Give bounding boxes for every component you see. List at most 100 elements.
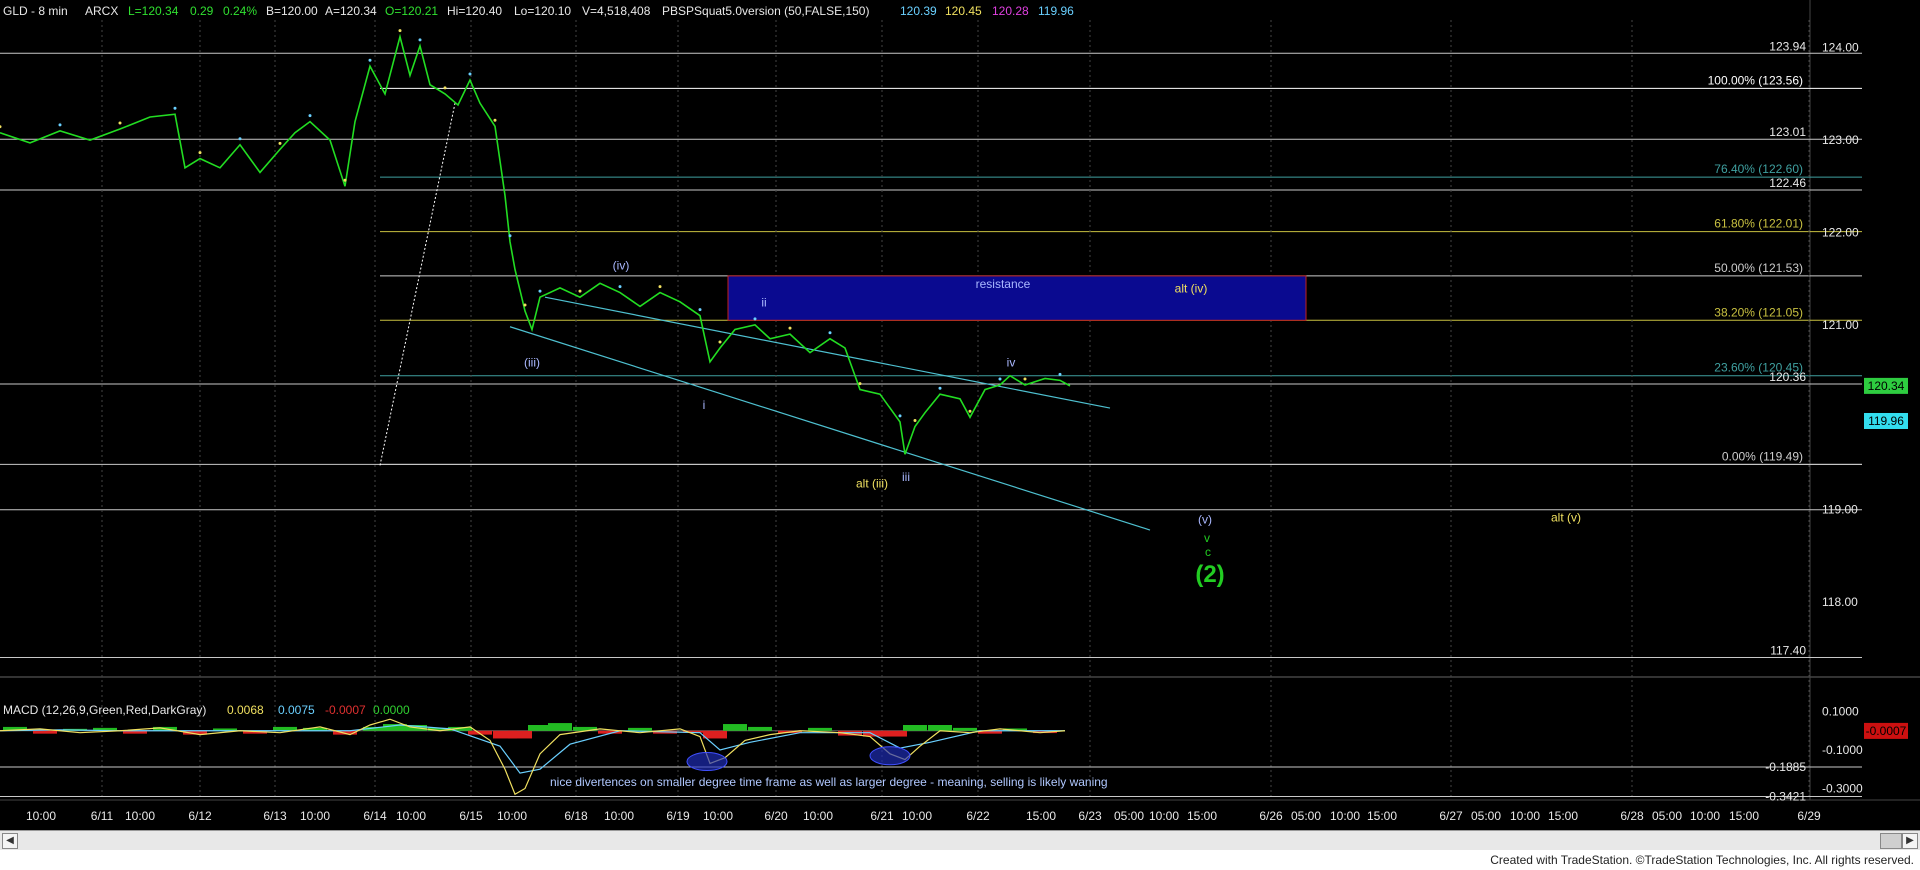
open-price: O=120.21 (385, 4, 438, 18)
wave-annotation: (iv) (613, 258, 630, 272)
indicator-dot (618, 285, 622, 289)
indicator-dot (658, 285, 662, 289)
time-tick-label: 10:00 (604, 809, 634, 823)
indicator-dot (368, 58, 372, 62)
indicator-dot (468, 72, 472, 76)
price-tick-label: 118.00 (1822, 595, 1858, 609)
wave-annotation: c (1205, 545, 1211, 559)
price-tag-label: 119.96 (1868, 414, 1904, 428)
price-tick-label: 123.00 (1822, 133, 1859, 147)
time-tick-label: 6/14 (363, 809, 387, 823)
time-tick-label: 6/18 (564, 809, 588, 823)
macd-level-label: -0.1885 (1765, 760, 1806, 774)
wave-annotation: (iii) (524, 355, 540, 369)
time-tick-label: 6/11 (91, 809, 114, 823)
indicator-dot (938, 386, 942, 390)
price-tick-label: 122.00 (1822, 226, 1859, 240)
price-tick-label: 119.00 (1822, 503, 1858, 517)
macd-histogram-bar (33, 730, 57, 734)
indicator-dot (1023, 377, 1027, 381)
time-tick-label: 05:00 (1114, 809, 1144, 823)
wave-annotation: alt (v) (1551, 511, 1581, 525)
indicator-dot (278, 141, 282, 145)
time-tick-label: 10:00 (902, 809, 932, 823)
bid-price: B=120.00 (266, 4, 318, 18)
macd-tick-label: -0.1000 (1822, 743, 1863, 757)
wave-annotation: ii (761, 295, 766, 309)
time-tick-label: 6/21 (870, 809, 894, 823)
indicator-dot (913, 419, 917, 423)
wave-annotation: iv (1007, 355, 1016, 369)
change-value: 0.29 (190, 4, 214, 18)
macd-histogram-bar (883, 730, 907, 737)
exchange-label: ARCX (85, 4, 118, 18)
chart-header: GLD - 8 min ARCX L=120.34 0.29 0.24% B=1… (3, 4, 1074, 18)
macd-legend-2: 0.0075 (278, 703, 315, 717)
indicator-dot (1058, 372, 1062, 376)
low-price: Lo=120.10 (514, 4, 571, 18)
indicator-dot (58, 123, 62, 127)
time-tick-label: 10:00 (1690, 809, 1720, 823)
time-tick-label: 15:00 (1548, 809, 1578, 823)
time-tick-label: 10:00 (1510, 809, 1540, 823)
indicator-dot (418, 38, 422, 42)
indicator-dot (118, 121, 122, 125)
time-tick-label: 10:00 (1149, 809, 1179, 823)
macd-tick-label: -0.3000 (1822, 781, 1863, 795)
macd-histogram-bar (953, 727, 977, 731)
time-tick-label: 6/29 (1797, 809, 1821, 823)
fib-level-label: 76.40% (122.60) (1714, 162, 1803, 176)
indicator-dot (538, 289, 542, 293)
macd-histogram-bar (548, 723, 572, 731)
time-tick-label: 15:00 (1026, 809, 1056, 823)
macd-title: MACD (12,26,9,Green,Red,DarkGray) (3, 703, 206, 717)
time-tick-label: 6/28 (1620, 809, 1644, 823)
indicator-value-1: 120.39 (900, 4, 937, 18)
indicator-dot (998, 377, 1002, 381)
wave-annotation: v (1204, 531, 1210, 545)
indicator-dot (718, 340, 722, 344)
macd-legend-3: -0.0007 (325, 703, 366, 717)
time-tick-label: 6/23 (1078, 809, 1102, 823)
indicator-dot (858, 382, 862, 386)
symbol-title: GLD - 8 min (3, 4, 68, 18)
indicator-dot (198, 151, 202, 155)
horizontal-scrollbar[interactable]: ◀ ▶ (0, 830, 1920, 851)
indicator-value-4: 119.96 (1038, 4, 1074, 18)
scroll-thumb[interactable] (1880, 833, 1902, 849)
divergence-marker (869, 746, 911, 766)
macd-tick-label: 0.1000 (1822, 705, 1859, 719)
indicator-value-3: 120.28 (992, 4, 1029, 18)
macd-level-label: -0.3421 (1765, 790, 1806, 804)
high-price: Hi=120.40 (447, 4, 502, 18)
macd-histogram-bar (903, 725, 927, 731)
wave-annotation: (2) (1195, 561, 1224, 588)
time-tick-label: 10:00 (497, 809, 527, 823)
time-tick-label: 10:00 (26, 809, 56, 823)
price-level-label: 123.01 (1769, 125, 1806, 139)
time-tick-label: 6/15 (459, 809, 483, 823)
time-tick-label: 6/19 (666, 809, 690, 823)
macd-histogram-bar (723, 724, 747, 731)
indicator-dot (968, 409, 972, 413)
price-level-label: 120.36 (1769, 370, 1806, 384)
indicator-dot (828, 331, 832, 335)
macd-histogram-bar (808, 727, 832, 731)
wave-annotation: resistance (976, 277, 1031, 291)
scroll-left-arrow-icon[interactable]: ◀ (2, 833, 18, 849)
indicator-dot (698, 308, 702, 312)
macd-header: MACD (12,26,9,Green,Red,DarkGray) 0.0068… (3, 703, 410, 717)
fib-level-label: 38.20% (121.05) (1714, 305, 1803, 319)
wave-annotation: alt (iv) (1175, 282, 1208, 296)
scroll-right-arrow-icon[interactable]: ▶ (1902, 833, 1918, 849)
indicator-dot (398, 29, 402, 33)
time-tick-label: 05:00 (1471, 809, 1501, 823)
time-tick-label: 10:00 (396, 809, 426, 823)
fib-level-label: 100.00% (123.56) (1708, 73, 1803, 87)
price-level-label: 123.94 (1769, 39, 1806, 53)
change-percent: 0.24% (223, 4, 257, 18)
footer-bar: Created with TradeStation. ©TradeStation… (0, 850, 1920, 870)
time-tick-label: 6/12 (188, 809, 212, 823)
ask-price: A=120.34 (325, 4, 377, 18)
indicator-dot (788, 326, 792, 330)
